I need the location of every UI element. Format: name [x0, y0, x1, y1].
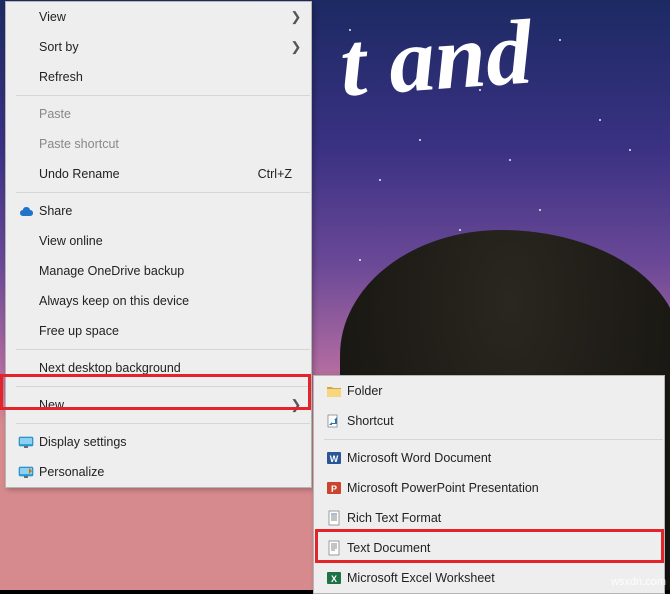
menu-label: Paste — [39, 107, 304, 121]
submenu-shortcut[interactable]: Shortcut — [314, 406, 664, 436]
powerpoint-icon: P — [321, 480, 347, 496]
menu-label: Shortcut — [347, 414, 657, 428]
menu-sort-by[interactable]: Sort by ❯ — [6, 32, 311, 62]
personalize-icon — [13, 466, 39, 479]
menu-label: Personalize — [39, 465, 304, 479]
display-icon — [13, 436, 39, 449]
separator — [16, 349, 310, 350]
menu-label: Undo Rename — [39, 167, 258, 181]
menu-label: Microsoft Word Document — [347, 451, 657, 465]
submenu-folder[interactable]: Folder — [314, 376, 664, 406]
folder-icon — [321, 385, 347, 398]
menu-label: View — [39, 10, 288, 24]
menu-label: Text Document — [347, 541, 657, 555]
menu-label: Share — [39, 204, 304, 218]
menu-paste: Paste — [6, 99, 311, 129]
chevron-right-icon: ❯ — [288, 39, 304, 55]
watermark: wsxdn.com — [611, 576, 666, 588]
chevron-right-icon: ❯ — [288, 397, 304, 413]
new-submenu: Folder Shortcut W Microsoft Word Documen… — [313, 375, 665, 594]
separator — [16, 386, 310, 387]
menu-label: Microsoft PowerPoint Presentation — [347, 481, 657, 495]
submenu-powerpoint[interactable]: P Microsoft PowerPoint Presentation — [314, 473, 664, 503]
menu-display-settings[interactable]: Display settings — [6, 427, 311, 457]
wallpaper-text: t and — [337, 0, 536, 118]
chevron-right-icon: ❯ — [288, 9, 304, 25]
menu-label: Sort by — [39, 40, 288, 54]
menu-label: Free up space — [39, 324, 304, 338]
svg-text:W: W — [330, 454, 339, 464]
cloud-icon — [13, 206, 39, 217]
separator — [324, 439, 663, 440]
submenu-rtf[interactable]: Rich Text Format — [314, 503, 664, 533]
word-icon: W — [321, 450, 347, 466]
excel-icon: X — [321, 570, 347, 586]
menu-always-keep[interactable]: Always keep on this device — [6, 286, 311, 316]
submenu-text-document[interactable]: Text Document — [314, 533, 664, 563]
menu-share[interactable]: Share — [6, 196, 311, 226]
menu-view[interactable]: View ❯ — [6, 2, 311, 32]
svg-text:X: X — [331, 574, 337, 584]
menu-label: Always keep on this device — [39, 294, 304, 308]
rtf-icon — [321, 510, 347, 526]
menu-label: Folder — [347, 384, 657, 398]
menu-manage-onedrive[interactable]: Manage OneDrive backup — [6, 256, 311, 286]
desktop-context-menu: View ❯ Sort by ❯ Refresh Paste Paste sho… — [5, 1, 312, 488]
menu-label: View online — [39, 234, 304, 248]
menu-new[interactable]: New ❯ — [6, 390, 311, 420]
menu-label: Paste shortcut — [39, 137, 304, 151]
shortcut-text: Ctrl+Z — [258, 167, 304, 181]
menu-view-online[interactable]: View online — [6, 226, 311, 256]
submenu-word[interactable]: W Microsoft Word Document — [314, 443, 664, 473]
shortcut-icon — [321, 413, 347, 429]
separator — [16, 95, 310, 96]
svg-text:P: P — [331, 484, 337, 494]
menu-label: Manage OneDrive backup — [39, 264, 304, 278]
menu-next-background[interactable]: Next desktop background — [6, 353, 311, 383]
text-icon — [321, 540, 347, 556]
menu-label: New — [39, 398, 288, 412]
menu-label: Next desktop background — [39, 361, 304, 375]
separator — [16, 423, 310, 424]
menu-label: Refresh — [39, 70, 304, 84]
menu-label: Display settings — [39, 435, 304, 449]
separator — [16, 192, 310, 193]
menu-refresh[interactable]: Refresh — [6, 62, 311, 92]
menu-paste-shortcut: Paste shortcut — [6, 129, 311, 159]
menu-personalize[interactable]: Personalize — [6, 457, 311, 487]
menu-undo[interactable]: Undo Rename Ctrl+Z — [6, 159, 311, 189]
menu-label: Rich Text Format — [347, 511, 657, 525]
menu-free-up-space[interactable]: Free up space — [6, 316, 311, 346]
